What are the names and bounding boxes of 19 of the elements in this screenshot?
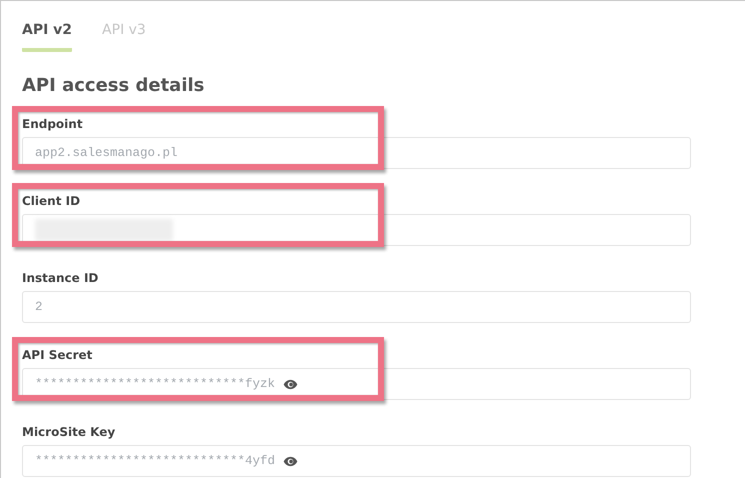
eye-icon[interactable] (283, 456, 298, 466)
field-label: API Secret (22, 347, 94, 363)
field-value: app2.salesmanago.pl (35, 144, 178, 162)
field-label: MicroSite Key (22, 424, 116, 440)
field-label: Client ID (22, 193, 82, 209)
section-heading: API access details (22, 74, 206, 98)
tab[interactable]: API v3 (102, 21, 146, 52)
field-value: ****************************fyzk (35, 376, 276, 393)
field-value: ****************************4yfd (35, 452, 276, 470)
tab[interactable]: API v2 (22, 21, 72, 52)
input-field[interactable]: 2 (22, 291, 691, 323)
input-field[interactable] (22, 214, 691, 246)
eye-icon[interactable] (283, 378, 298, 390)
input-field[interactable]: ****************************fyzk (22, 368, 691, 400)
input-field[interactable]: app2.salesmanago.pl (22, 137, 691, 169)
input-field[interactable]: ****************************4yfd (22, 445, 691, 477)
field-label: Endpoint (22, 116, 84, 132)
field-value: 2 (35, 298, 43, 316)
field-label: Instance ID (22, 270, 100, 286)
